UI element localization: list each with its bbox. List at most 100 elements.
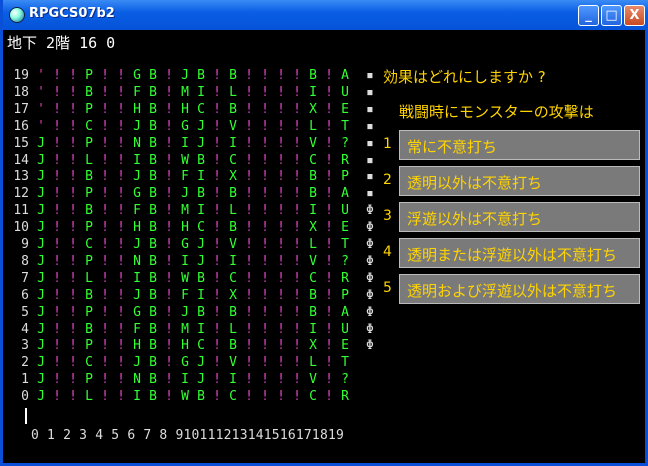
map-row-label: 9	[21, 237, 29, 252]
option-number: 4	[383, 244, 392, 260]
option-number: 2	[383, 172, 392, 188]
map-side-mark: ▪	[366, 152, 374, 168]
dialog-subquestion: 戦闘時にモンスターの攻撃は	[399, 103, 594, 121]
option-2[interactable]: 2 透明以外は不意打ち	[383, 166, 643, 196]
map-side-mark: ▪	[366, 68, 374, 83]
option-button[interactable]: 透明以外は不意打ち	[399, 166, 640, 196]
map-row-label: 7	[21, 270, 29, 286]
map-side-mark: ▪	[366, 84, 374, 100]
map-row: 0 J ! ! L ! ! I B ! W B ! C ! ! ! ! C ! …	[7, 389, 349, 405]
map-row-cells: J ! ! L ! ! I B ! W B ! C ! ! ! ! C ! R	[37, 389, 349, 405]
map-row: 4 J ! ! B ! ! F B ! M I ! L ! ! ! ! I ! …	[7, 321, 374, 338]
map-side-mark: ▪	[366, 101, 374, 117]
map-row-cells: J ! ! P ! ! G B ! J B ! B ! ! ! ! B ! A	[37, 304, 349, 320]
app-icon	[9, 7, 25, 23]
map-side-mark: Φ	[366, 287, 374, 303]
map-row-cells: J ! ! C ! ! J B ! G J ! V ! ! ! ! L ! T	[37, 237, 349, 252]
map-side-mark: Φ	[366, 304, 374, 320]
map-row-cells: J ! ! C ! ! J B ! G J ! V ! ! ! ! L ! T	[37, 355, 349, 371]
close-button[interactable]: X	[624, 5, 645, 26]
map-row-label: 11	[13, 203, 29, 219]
map-row-label: 18	[13, 84, 29, 100]
map-row: 6 J ! ! B ! ! J B ! F I ! X ! ! ! ! B ! …	[7, 287, 374, 304]
map-row-label: 12	[13, 186, 29, 202]
map-row: 9 J ! ! C ! ! J B ! G J ! V ! ! ! ! L ! …	[7, 237, 374, 253]
map-row-cells: ' ! ! B ! ! F B ! M I ! L ! ! ! ! I ! U	[37, 84, 349, 100]
map-row-label: 8	[21, 253, 29, 269]
map-row: 3 J ! ! P ! ! H B ! H C ! B ! ! ! ! X ! …	[7, 338, 374, 354]
window-title: RPGCS07b2	[29, 6, 115, 21]
map-row-label: 14	[13, 152, 29, 168]
map-row-cells: ' ! ! C ! ! J B ! G J ! V ! ! ! ! L ! T	[37, 118, 349, 134]
app-window: RPGCS07b2 _ □ X 地下 2階 16 0 19 ' ! ! P ! …	[0, 0, 648, 466]
map-row-cells: J ! ! P ! ! N B ! I J ! I ! ! ! ! V ! ?	[37, 372, 349, 388]
map-row-label: 4	[21, 321, 29, 337]
text-cursor	[25, 408, 27, 424]
map-row-cells: J ! ! L ! ! I B ! W B ! C ! ! ! ! C ! R	[37, 152, 349, 168]
map-row: 13 J ! ! B ! ! J B ! F I ! X ! ! ! ! B !…	[7, 169, 373, 185]
map-row: 19 ' ! ! P ! ! G B ! J B ! B ! ! ! ! B !…	[7, 68, 373, 84]
map-side-mark: Φ	[366, 338, 374, 354]
option-1[interactable]: 1 常に不意打ち	[383, 130, 643, 160]
map-side-mark: Φ	[366, 237, 374, 252]
map-side-mark: ▪	[366, 169, 374, 185]
map-row-label: 3	[21, 338, 29, 354]
map-row-label: 5	[21, 304, 29, 320]
map-row: 5 J ! ! P ! ! G B ! J B ! B ! ! ! ! B ! …	[7, 304, 374, 321]
map-row-cells: J ! ! B ! ! J B ! F I ! X ! ! ! ! B ! P	[37, 287, 349, 303]
map-row-label: 2	[21, 355, 29, 371]
map-row: 14 J ! ! L ! ! I B ! W B ! C ! ! ! ! C !…	[7, 152, 373, 169]
map-row: 10 J ! ! P ! ! H B ! H C ! B ! ! ! ! X !…	[7, 220, 373, 236]
map-row-cells: J ! ! B ! ! J B ! F I ! X ! ! ! ! B ! P	[37, 169, 349, 185]
map-row-label: 17	[13, 101, 29, 117]
map-row-label: 16	[13, 118, 29, 134]
map-side-mark: ▪	[366, 135, 374, 151]
map-row-cells: J ! ! P ! ! G B ! J B ! B ! ! ! ! B ! A	[37, 186, 349, 202]
map-row-label: 19	[13, 68, 29, 83]
map-row-label: 13	[13, 169, 29, 185]
title-bar[interactable]: RPGCS07b2 _ □ X	[3, 0, 648, 30]
map-row-label: 0	[21, 389, 29, 405]
map-row: 18 ' ! ! B ! ! F B ! M I ! L ! ! ! ! I !…	[7, 84, 373, 101]
map-side-mark: Φ	[366, 321, 374, 337]
map-x-axis: 0 1 2 3 4 5 6 7 8 910111213141516171819	[31, 428, 345, 443]
map-side-mark: Φ	[366, 203, 374, 219]
map-row: 16 ' ! ! C ! ! J B ! G J ! V ! ! ! ! L !…	[7, 118, 373, 135]
option-5[interactable]: 5 透明および浮遊以外は不意打ち	[383, 274, 643, 304]
map-row: 11 J ! ! B ! ! F B ! M I ! L ! ! ! ! I !…	[7, 203, 373, 219]
game-screen: 地下 2階 16 0 19 ' ! ! P ! ! G B ! J B ! B …	[3, 30, 645, 463]
map-row: 17 ' ! ! P ! ! H B ! H C ! B ! ! ! ! X !…	[7, 101, 373, 118]
maximize-button[interactable]: □	[601, 5, 622, 26]
map-row-cells: J ! ! P ! ! H B ! H C ! B ! ! ! ! X ! E	[37, 220, 349, 236]
minimize-button[interactable]: _	[578, 5, 599, 26]
option-button[interactable]: 浮遊以外は不意打ち	[399, 202, 640, 232]
map-row-label: 1	[21, 372, 29, 388]
map-row: 12 J ! ! P ! ! G B ! J B ! B ! ! ! ! B !…	[7, 186, 373, 202]
map-side-mark: Φ	[366, 220, 374, 236]
option-number: 1	[383, 136, 392, 152]
map-row-cells: J ! ! L ! ! I B ! W B ! C ! ! ! ! C ! R	[37, 270, 349, 286]
map-row-cells: J ! ! P ! ! N B ! I J ! I ! ! ! ! V ! ?	[37, 135, 349, 151]
option-button[interactable]: 常に不意打ち	[399, 130, 640, 160]
map-side-mark: ▪	[366, 186, 374, 202]
option-button[interactable]: 透明および浮遊以外は不意打ち	[399, 274, 640, 304]
map-side-mark: Φ	[366, 253, 374, 269]
map-side-mark: Φ	[366, 270, 374, 286]
option-4[interactable]: 4 透明または浮遊以外は不意打ち	[383, 238, 643, 268]
option-number: 5	[383, 280, 392, 296]
map-row-label: 6	[21, 287, 29, 303]
map-row: 15 J ! ! P ! ! N B ! I J ! I ! ! ! ! V !…	[7, 135, 373, 152]
map-row-cells: J ! ! P ! ! H B ! H C ! B ! ! ! ! X ! E	[37, 338, 349, 354]
option-button[interactable]: 透明または浮遊以外は不意打ち	[399, 238, 640, 268]
map-row: 1 J ! ! P ! ! N B ! I J ! I ! ! ! ! V ! …	[7, 372, 349, 388]
map-row: 7 J ! ! L ! ! I B ! W B ! C ! ! ! ! C ! …	[7, 270, 374, 287]
option-number: 3	[383, 208, 392, 224]
map-row-cells: ' ! ! P ! ! H B ! H C ! B ! ! ! ! X ! E	[37, 101, 349, 117]
map-row-cells: J ! ! P ! ! N B ! I J ! I ! ! ! ! V ! ?	[37, 253, 349, 269]
option-3[interactable]: 3 浮遊以外は不意打ち	[383, 202, 643, 232]
map-row: 2 J ! ! C ! ! J B ! G J ! V ! ! ! ! L ! …	[7, 355, 349, 371]
map-side-mark: ▪	[366, 118, 374, 134]
map-row-cells: ' ! ! P ! ! G B ! J B ! B ! ! ! ! B ! A	[37, 68, 349, 83]
map-row: 8 J ! ! P ! ! N B ! I J ! I ! ! ! ! V ! …	[7, 253, 374, 270]
map-row-cells: J ! ! B ! ! F B ! M I ! L ! ! ! ! I ! U	[37, 203, 349, 219]
